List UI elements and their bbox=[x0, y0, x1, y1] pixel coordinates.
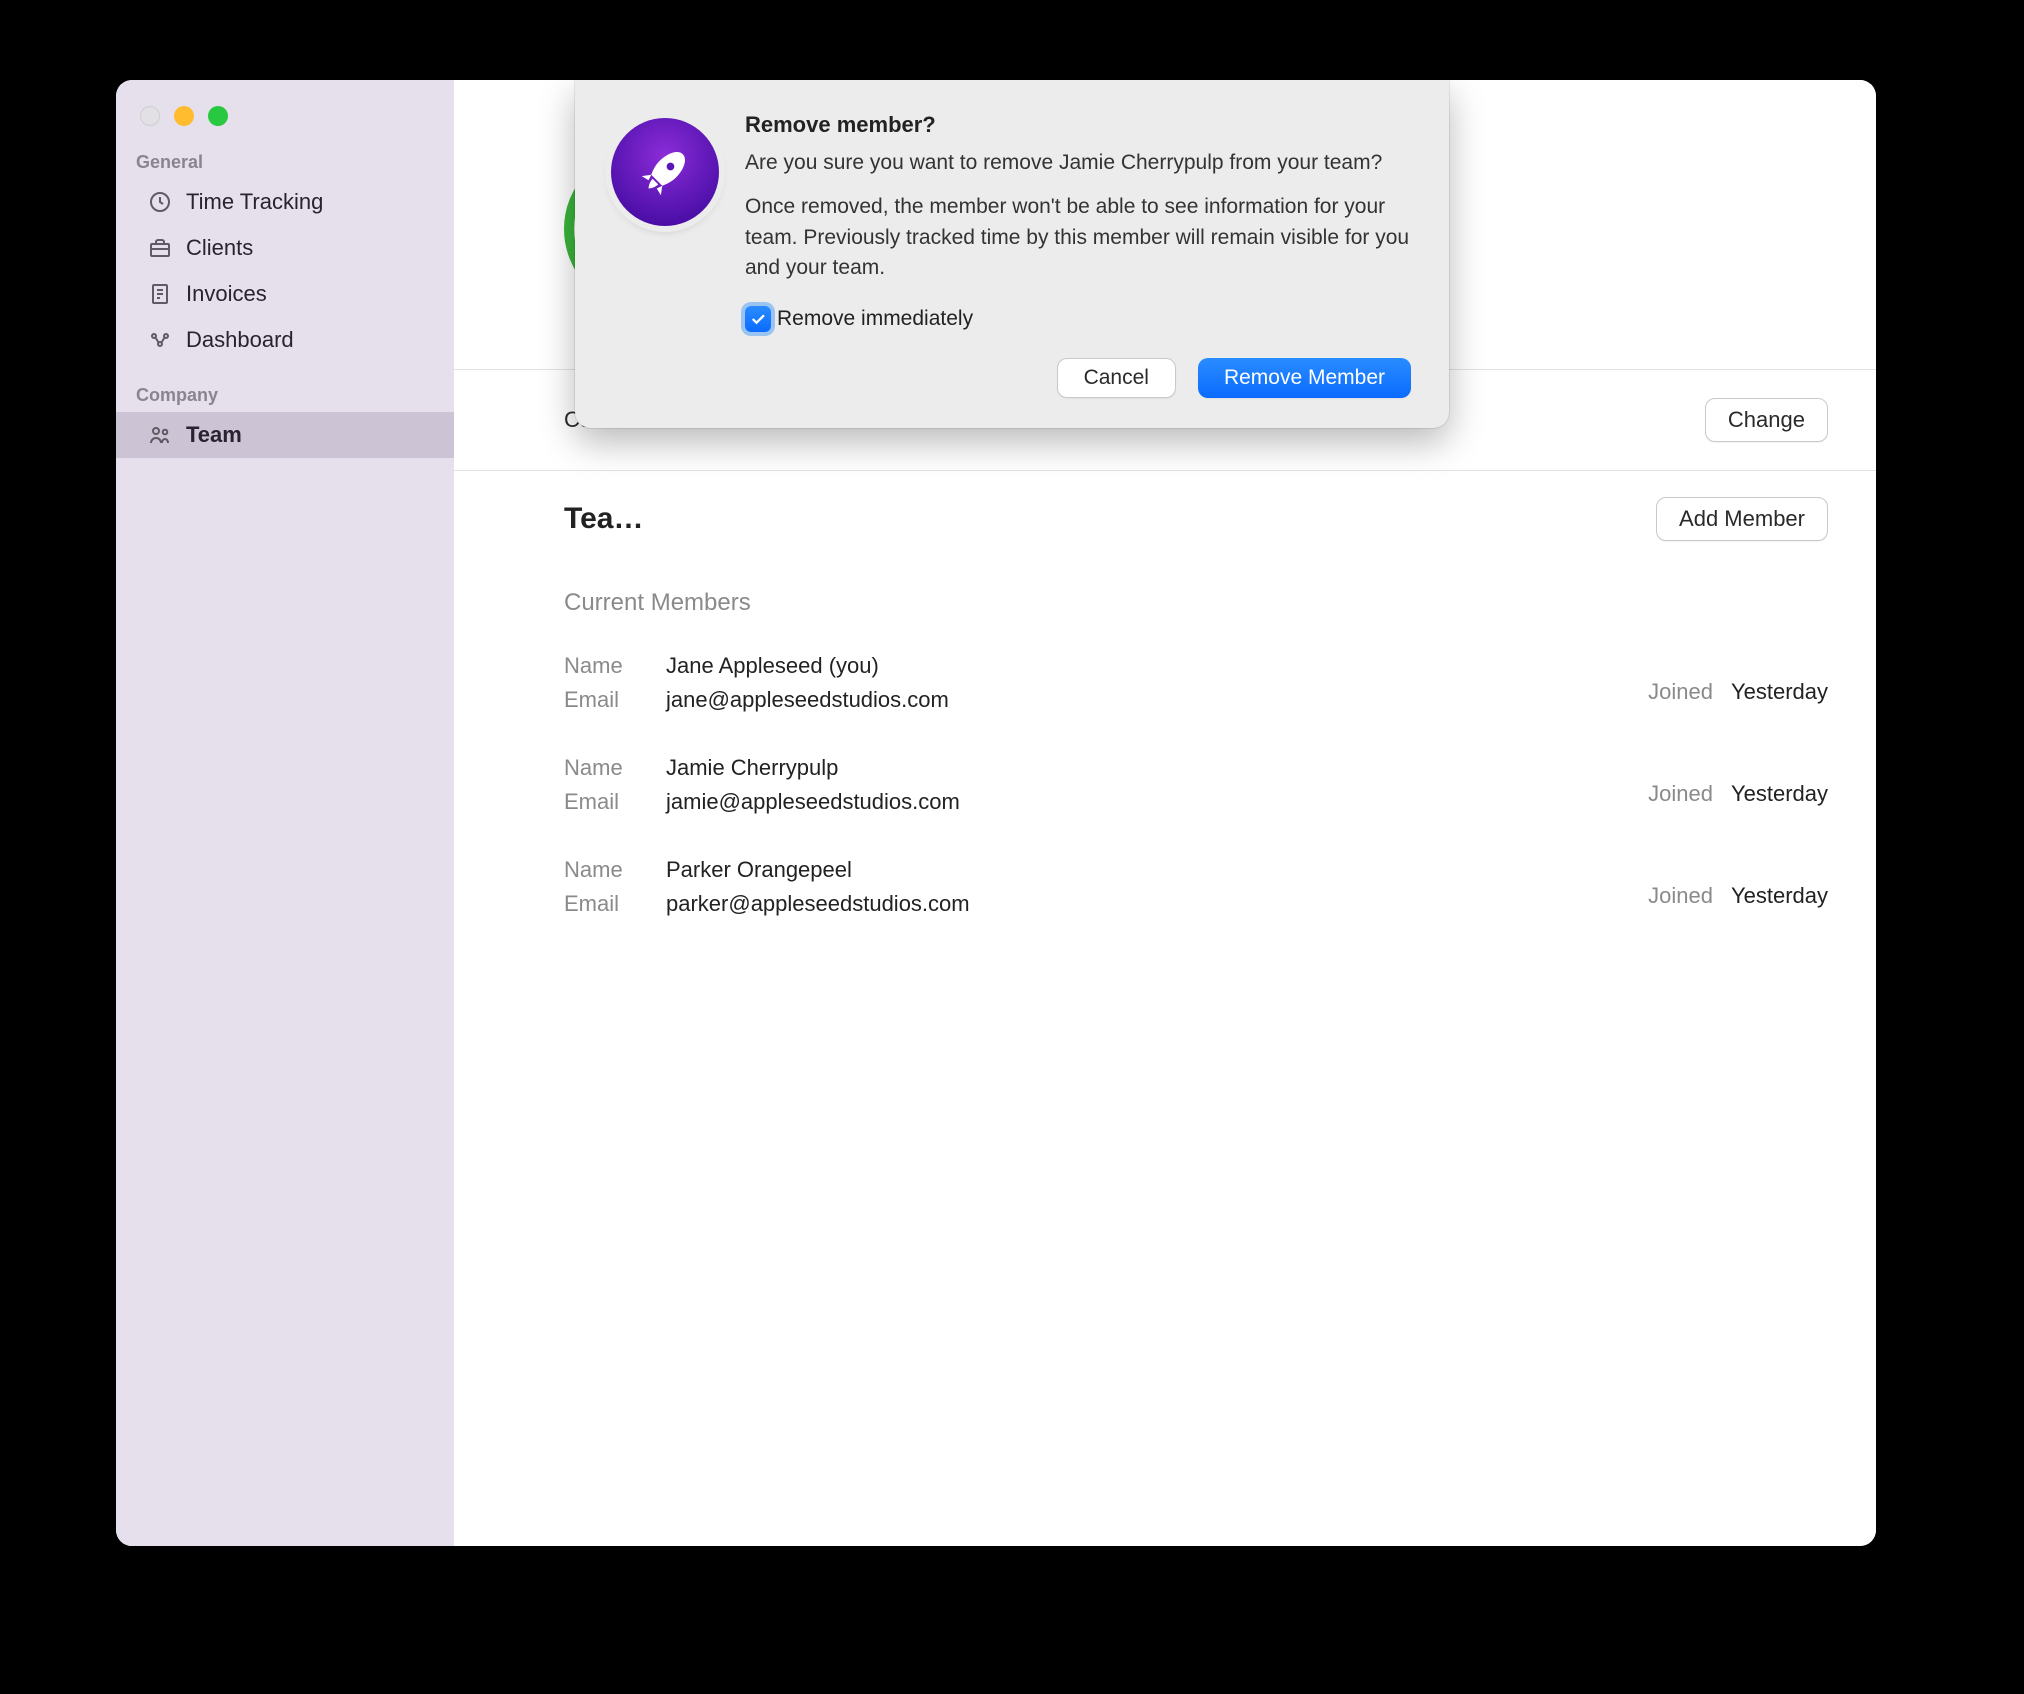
field-label-email: Email bbox=[564, 687, 646, 713]
sidebar-item-label: Time Tracking bbox=[186, 189, 323, 215]
member-name: Jamie Cherrypulp bbox=[666, 755, 838, 781]
member-joined: Yesterday bbox=[1731, 679, 1828, 705]
remove-member-confirm-button[interactable]: Remove Member bbox=[1198, 358, 1411, 398]
dialog-buttons: Cancel Remove Member bbox=[745, 358, 1411, 398]
members-list: Name Jane Appleseed (you) Email jane@apple… bbox=[454, 621, 1876, 967]
field-label-name: Name bbox=[564, 857, 646, 883]
sidebar-section-general: General bbox=[116, 148, 454, 179]
change-button[interactable]: Change bbox=[1705, 398, 1828, 442]
sidebar-item-invoices[interactable]: Invoices bbox=[116, 271, 454, 317]
minimize-window-button[interactable] bbox=[174, 106, 194, 126]
remove-immediately-row[interactable]: Remove immediately bbox=[745, 306, 1411, 332]
field-label-name: Name bbox=[564, 755, 646, 781]
team-icon bbox=[146, 421, 174, 449]
cancel-button[interactable]: Cancel bbox=[1057, 358, 1176, 398]
field-label-name: Name bbox=[564, 653, 646, 679]
member-row: Name Jamie Cherrypulp Email jamie@applesee… bbox=[564, 723, 1828, 825]
sidebar-item-label: Dashboard bbox=[186, 327, 294, 353]
current-members-heading: Current Members bbox=[454, 551, 1876, 621]
remove-immediately-checkbox[interactable] bbox=[745, 306, 771, 332]
member-email: jane@appleseedstudios.com bbox=[666, 687, 949, 713]
add-member-button[interactable]: Add Member bbox=[1656, 497, 1828, 541]
member-row: Name Jane Appleseed (you) Email jane@apple… bbox=[564, 621, 1828, 723]
sidebar-item-label: Team bbox=[186, 422, 242, 448]
window-controls bbox=[116, 90, 454, 148]
member-joined: Yesterday bbox=[1731, 781, 1828, 807]
member-name: Jane Appleseed (you) bbox=[666, 653, 879, 679]
dialog-text-2: Once removed, the member won't be able t… bbox=[745, 192, 1411, 283]
remove-member-dialog: Remove member? Are you sure you want to … bbox=[575, 80, 1449, 428]
sidebar-item-label: Invoices bbox=[186, 281, 267, 307]
field-label-joined: Joined bbox=[1648, 781, 1713, 807]
sidebar-item-clients[interactable]: Clients bbox=[116, 225, 454, 271]
clock-icon bbox=[146, 188, 174, 216]
field-label-joined: Joined bbox=[1648, 883, 1713, 909]
member-email: parker@appleseedstudios.com bbox=[666, 891, 970, 917]
member-joined: Yesterday bbox=[1731, 883, 1828, 909]
sidebar: General Time Tracking Clients Invoices D… bbox=[116, 80, 454, 1546]
invoice-icon bbox=[146, 280, 174, 308]
sidebar-section-company: Company bbox=[116, 381, 454, 412]
dialog-text-1: Are you sure you want to remove Jamie Ch… bbox=[745, 148, 1411, 178]
member-name: Parker Orangepeel bbox=[666, 857, 852, 883]
remove-immediately-label: Remove immediately bbox=[777, 307, 973, 331]
close-window-button[interactable] bbox=[140, 106, 160, 126]
sidebar-item-team[interactable]: Team bbox=[116, 412, 454, 458]
field-label-email: Email bbox=[564, 789, 646, 815]
dialog-title: Remove member? bbox=[745, 112, 1411, 138]
sidebar-item-label: Clients bbox=[186, 235, 253, 261]
maximize-window-button[interactable] bbox=[208, 106, 228, 126]
team-title: Tea… bbox=[564, 502, 643, 536]
sidebar-item-dashboard[interactable]: Dashboard bbox=[116, 317, 454, 363]
field-label-email: Email bbox=[564, 891, 646, 917]
dialog-body: Remove member? Are you sure you want to … bbox=[745, 112, 1411, 398]
briefcase-icon bbox=[146, 234, 174, 262]
rocket-app-icon bbox=[611, 118, 719, 226]
team-header: Tea… Add Member bbox=[454, 471, 1876, 551]
field-label-joined: Joined bbox=[1648, 679, 1713, 705]
member-row: Name Parker Orangepeel Email parker@apples… bbox=[564, 825, 1828, 927]
dashboard-icon bbox=[146, 326, 174, 354]
sidebar-item-time-tracking[interactable]: Time Tracking bbox=[116, 179, 454, 225]
member-email: jamie@appleseedstudios.com bbox=[666, 789, 960, 815]
